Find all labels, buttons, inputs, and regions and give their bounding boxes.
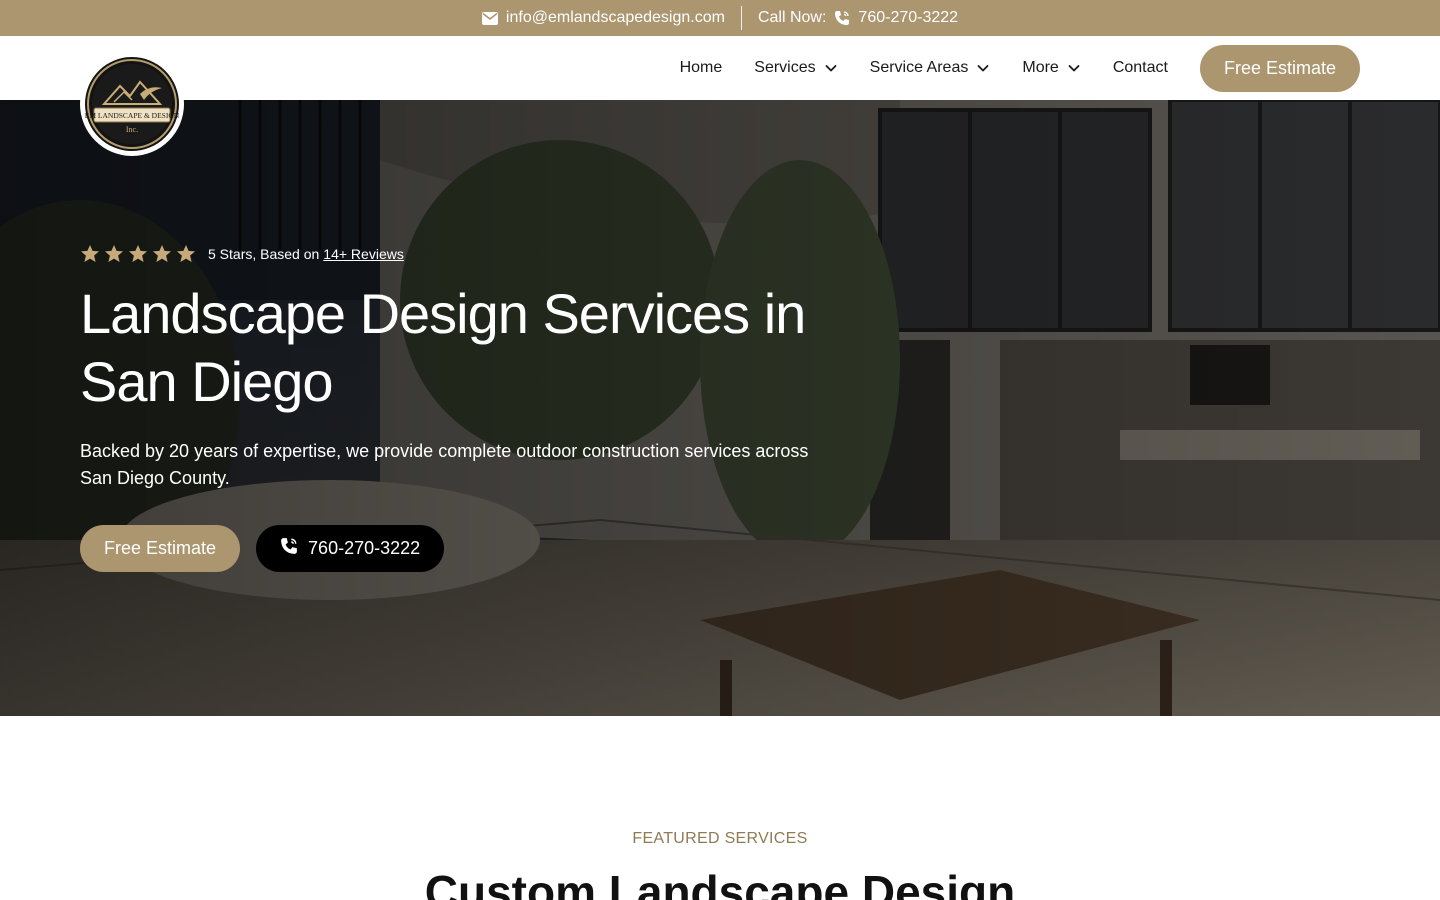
- call-phone-button[interactable]: 760-270-3222: [256, 525, 445, 572]
- nav-home[interactable]: Home: [680, 59, 723, 77]
- phone-contact[interactable]: Call Now: 760-270-3222: [758, 9, 958, 27]
- phone-icon: [280, 537, 298, 560]
- nav-contact[interactable]: Contact: [1113, 59, 1168, 77]
- logo-text-sub: Inc.: [126, 125, 138, 134]
- nav-services-label: Services: [754, 59, 816, 76]
- free-estimate-hero-button[interactable]: Free Estimate: [80, 525, 241, 572]
- featured-services-title: Custom Landscape Design: [424, 866, 1016, 900]
- nav-menu: Home Services Service Areas More Contact…: [680, 36, 1360, 100]
- phone-link[interactable]: 760-270-3222: [858, 9, 958, 27]
- star-icon: [129, 245, 147, 262]
- nav-service-areas[interactable]: Service Areas: [870, 59, 991, 77]
- chevron-down-icon: [1068, 65, 1080, 72]
- chevron-down-icon: [977, 65, 989, 72]
- rating-text: 5 Stars, Based on: [208, 246, 320, 262]
- rating-summary: 5 Stars, Based on 14+ Reviews: [80, 244, 404, 264]
- call-phone-label: 760-270-3222: [308, 538, 421, 558]
- nav-contact-label: Contact: [1112, 59, 1168, 76]
- nav-home-label: Home: [679, 59, 723, 76]
- company-logo[interactable]: EM LANDSCAPE & DESIGN Inc.: [80, 52, 184, 156]
- envelope-icon: [481, 11, 498, 25]
- nav-service-areas-label: Service Areas: [869, 59, 969, 76]
- star-icon: [177, 245, 195, 262]
- hero-title: Landscape Design Services in San Diego: [80, 282, 806, 413]
- hero-subtitle: Backed by 20 years of expertise, we prov…: [80, 441, 809, 488]
- topbar-divider: [740, 6, 742, 30]
- logo-text-main: EM LANDSCAPE & DESIGN: [85, 111, 180, 120]
- featured-services-kicker: FEATURED SERVICES: [632, 830, 808, 847]
- main-navbar: EM LANDSCAPE & DESIGN Inc. Home Services…: [0, 36, 1440, 156]
- star-icon: [153, 245, 171, 262]
- reviews-link[interactable]: 14+ Reviews: [323, 246, 404, 262]
- nav-more-label: More: [1022, 59, 1059, 76]
- phone-icon: [834, 10, 850, 26]
- email-contact[interactable]: info@emlandscapedesign.com: [481, 9, 725, 27]
- free-estimate-nav-button[interactable]: Free Estimate: [1199, 44, 1360, 92]
- star-icon: [105, 245, 123, 262]
- logo-emblem: EM LANDSCAPE & DESIGN Inc.: [82, 54, 182, 154]
- hero-buttons: Free Estimate 760-270-3222: [80, 525, 445, 572]
- top-contact-bar: info@emlandscapedesign.com Call Now: 760…: [0, 0, 1440, 36]
- hero-section: 5 Stars, Based on 14+ Reviews Landscape …: [0, 100, 1440, 716]
- chevron-down-icon: [825, 65, 837, 72]
- email-link[interactable]: info@emlandscapedesign.com: [506, 9, 725, 27]
- nav-services[interactable]: Services: [754, 59, 837, 77]
- nav-more[interactable]: More: [1022, 59, 1080, 77]
- rating-stars: [80, 244, 196, 264]
- star-icon: [81, 245, 99, 262]
- call-label: Call Now:: [757, 9, 827, 26]
